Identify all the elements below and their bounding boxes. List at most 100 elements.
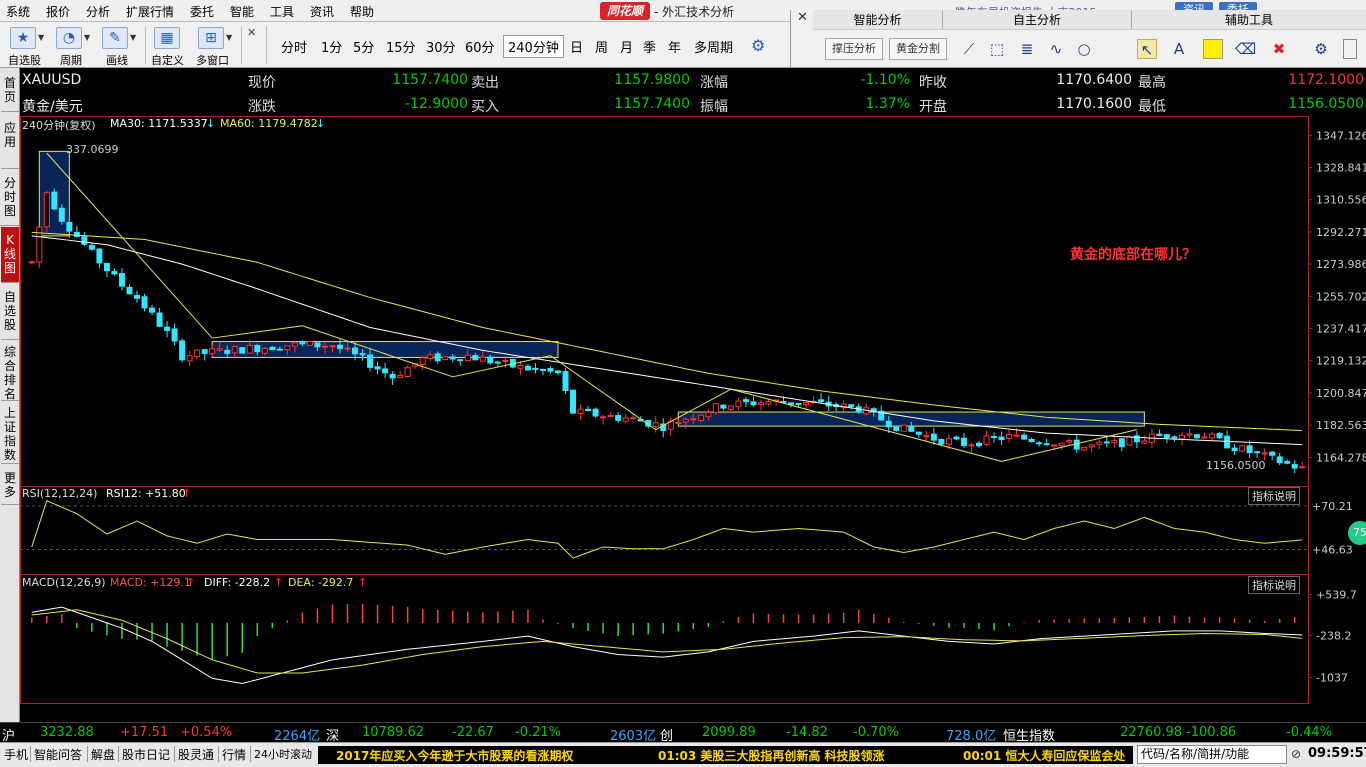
tab-apps[interactable]: 应用	[1, 113, 19, 169]
period-week[interactable]: 周	[595, 37, 608, 56]
quote-label: 涨幅	[700, 75, 728, 91]
index-bar-item: +17.51	[120, 725, 169, 740]
candle-body	[1096, 441, 1103, 445]
gear-icon[interactable]: ⚙	[1311, 39, 1331, 59]
candle-body	[547, 368, 554, 372]
period-multi[interactable]: 多周期	[694, 37, 733, 56]
multi-window-button[interactable]: ⊞ ▼ 多窗口	[194, 24, 238, 67]
close-icon[interactable]: ✕	[247, 26, 256, 39]
menu-system[interactable]: 系统	[6, 3, 30, 20]
color-swatch[interactable]	[1203, 39, 1223, 59]
code-search-input[interactable]: 代码/名称/简拼/功能	[1137, 745, 1287, 764]
candle-body	[1254, 451, 1261, 454]
tab-kline[interactable]: K线图	[1, 227, 19, 283]
tab-watchlist[interactable]: 自选股	[1, 284, 19, 340]
chart-area[interactable]: 1347.1260 1328.8410 1310.5560 1292.2710 1273…	[20, 116, 1366, 704]
market-diary-button[interactable]: 股市日记	[122, 746, 170, 763]
pen-icon: ✎	[102, 27, 128, 49]
watchlist-button[interactable]: ★ ▼ 自选股	[6, 24, 50, 67]
menu-smart[interactable]: 智能	[230, 3, 254, 20]
candle-body	[442, 356, 449, 360]
analysis-panel: ✕ 智能分析 自主分析 辅助工具 撑压分析 黄金分割 ⟋ ⬚ ≣ ∿ ○ ↖ A…	[790, 10, 1366, 68]
candle-body	[712, 403, 719, 413]
commentary-button[interactable]: 解盘	[91, 746, 115, 763]
period-button[interactable]: ◔ ▼ 周期	[52, 24, 96, 67]
period-30m[interactable]: 30分	[426, 37, 456, 56]
stock-link-button[interactable]: 股灵通	[178, 746, 214, 763]
eraser-icon[interactable]: ⌫	[1235, 39, 1256, 59]
ma60-down-arrow-icon: ↓	[316, 117, 326, 130]
smart-qa-button[interactable]: 智能问答	[34, 746, 82, 763]
candle-body	[1066, 440, 1073, 443]
candle-body	[1261, 452, 1268, 455]
news-ticker[interactable]: 2017年应买入今年逊于大市股票的看涨期权 01:03 美股三大股指再创新高 科技…	[318, 746, 1133, 764]
candle-body	[1133, 435, 1140, 443]
tab-more[interactable]: 更多	[1, 465, 19, 505]
period-month[interactable]: 月	[620, 37, 633, 56]
delete-icon[interactable]: ✖	[1269, 39, 1289, 59]
macd-explain-button[interactable]: 指标说明	[1248, 576, 1300, 594]
ticker-item[interactable]: 00:01 恒大人寿回应保监会处	[963, 747, 1125, 764]
menu-order[interactable]: 委托	[190, 3, 214, 20]
candle-body	[1276, 456, 1283, 464]
rsi-explain-button[interactable]: 指标说明	[1248, 487, 1300, 505]
bottom-divider	[218, 746, 219, 762]
period-1m[interactable]: 1分	[321, 37, 342, 56]
market-button[interactable]: 行情	[222, 746, 246, 763]
menu-analysis[interactable]: 分析	[86, 3, 110, 20]
support-resistance-button[interactable]: 撑压分析	[825, 38, 883, 60]
period-day[interactable]: 日	[570, 37, 583, 56]
tab-sh-index[interactable]: 上证指数	[1, 402, 19, 464]
period-15m[interactable]: 15分	[386, 37, 416, 56]
cursor-icon[interactable]: ↖	[1137, 39, 1157, 59]
rolling-news-button[interactable]: 24小时滚动	[254, 746, 312, 762]
price-tick-label: 1310.5560	[1316, 194, 1366, 207]
candle-body	[532, 367, 539, 370]
rect-tool-icon[interactable]: ⬚	[987, 39, 1007, 59]
menu-tools[interactable]: 工具	[270, 3, 294, 20]
rsi-tick-label: +46.63	[1312, 543, 1353, 556]
candle-body	[306, 341, 313, 346]
quote-value: 1172.1000	[1288, 72, 1364, 88]
text-tool-icon[interactable]: A	[1169, 39, 1189, 59]
quote-label: 最低	[1138, 99, 1166, 115]
period-quarter[interactable]: 季	[643, 37, 656, 56]
mobile-button[interactable]: 手机	[4, 746, 28, 763]
ticker-item[interactable]: 01:03 美股三大股指再创新高 科技股领涨	[658, 747, 885, 764]
period-year[interactable]: 年	[668, 37, 681, 56]
gear-icon[interactable]: ⚙	[751, 36, 771, 56]
menu-quote[interactable]: 报价	[46, 3, 70, 20]
period-240m[interactable]: 240分钟	[503, 35, 564, 58]
candle-body	[367, 354, 374, 368]
wave-tool-icon[interactable]: ∿	[1046, 39, 1066, 59]
period-5m[interactable]: 5分	[353, 37, 374, 56]
candle-body	[930, 433, 937, 441]
golden-section-button[interactable]: 黄金分割	[889, 38, 947, 60]
line-tool-icon[interactable]: ⟋	[959, 39, 979, 59]
candle-body	[1216, 433, 1223, 439]
candle-body	[246, 344, 253, 354]
quote-label: 最高	[1138, 75, 1166, 91]
menu-help[interactable]: 帮助	[350, 3, 374, 20]
circle-tool-icon[interactable]: ○	[1074, 39, 1094, 59]
tab-ranking[interactable]: 综合排名	[1, 341, 19, 401]
candle-body	[487, 356, 494, 364]
period-60m[interactable]: 60分	[465, 37, 495, 56]
draw-line-button[interactable]: ✎ ▼ 画线	[98, 24, 142, 67]
index-bar-item: 3232.88	[40, 725, 94, 740]
candle-body	[449, 356, 456, 360]
kline-chart[interactable]: 1347.1260 1328.8410 1310.5560 1292.2710 1273…	[20, 116, 1366, 704]
fib-tool-icon[interactable]: ≣	[1017, 39, 1037, 59]
menu-extended-market[interactable]: 扩展行情	[126, 3, 174, 20]
candle-body	[600, 416, 607, 419]
custom-button[interactable]: ▦ 自定义	[150, 24, 190, 67]
panel-handle[interactable]	[1343, 39, 1357, 59]
search-icon[interactable]: ⊘	[1291, 747, 1301, 761]
tab-home[interactable]: 首页	[1, 68, 19, 112]
menu-news[interactable]: 资讯	[310, 3, 334, 20]
period-tick[interactable]: 分时	[281, 37, 307, 56]
tab-intraday[interactable]: 分时图	[1, 170, 19, 226]
ticker-item[interactable]: 2017年应买入今年逊于大市股票的看涨期权	[336, 747, 573, 764]
close-icon[interactable]: ✕	[797, 10, 808, 25]
floating-badge[interactable]: 75	[1348, 521, 1366, 545]
